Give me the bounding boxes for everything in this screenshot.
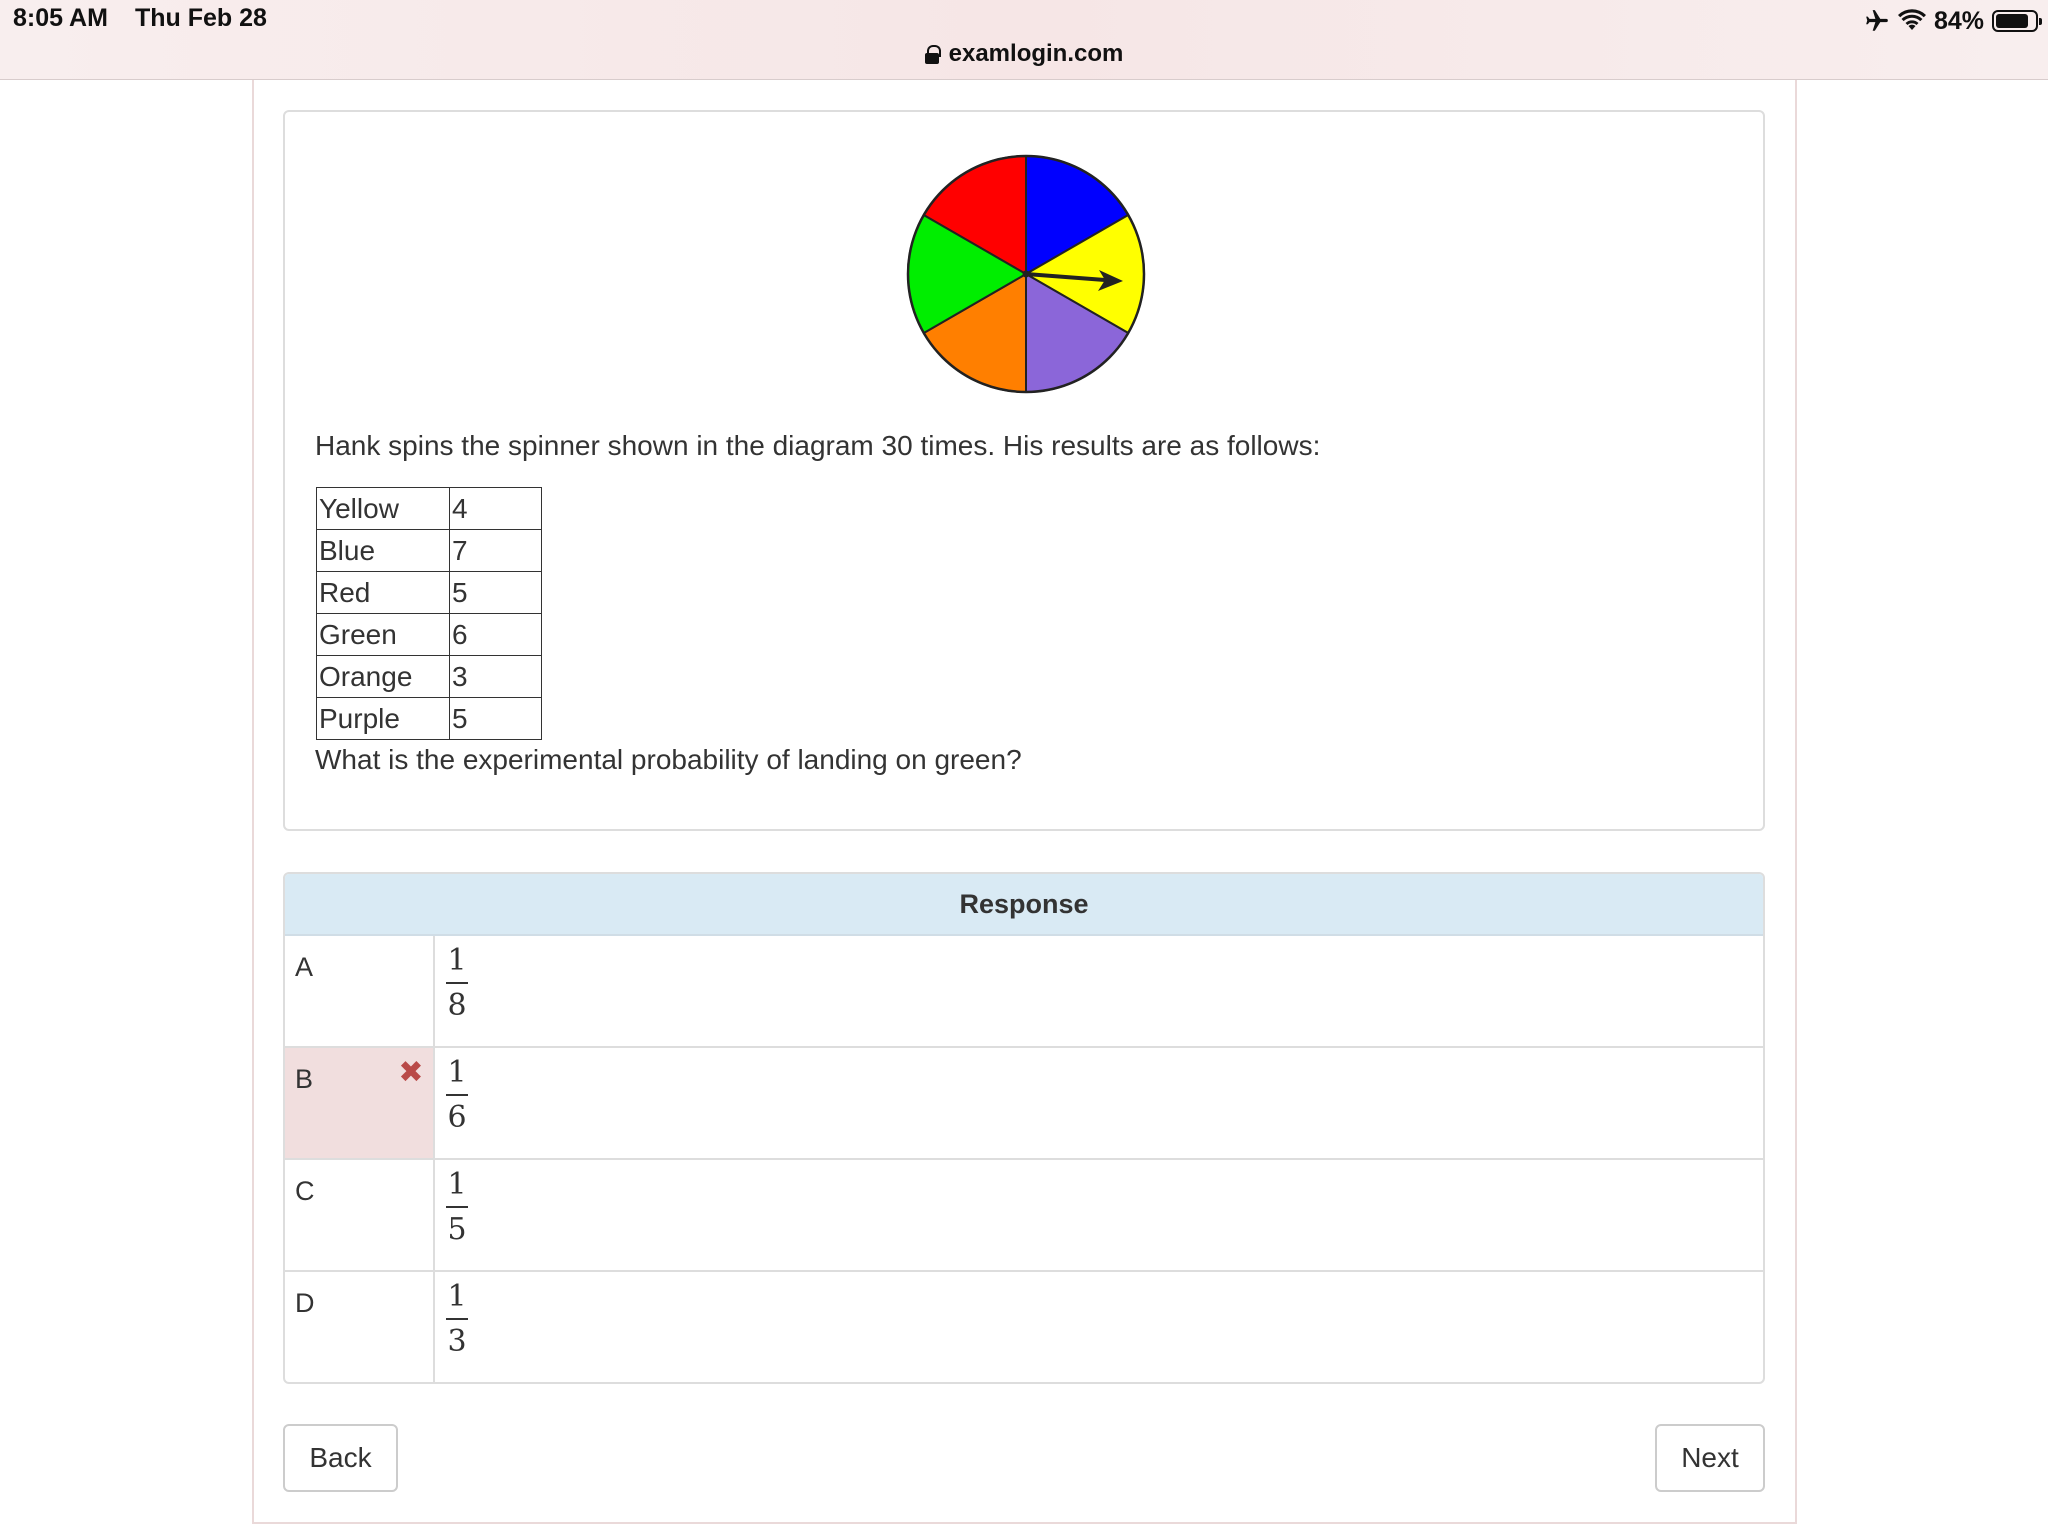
back-button[interactable]: Back	[283, 1424, 398, 1492]
result-color-label: Red	[316, 571, 450, 614]
fraction-denominator: 5	[447, 1211, 467, 1247]
option-letter: C	[295, 1176, 315, 1206]
results-row: Blue 7	[316, 529, 542, 572]
battery-level	[1996, 14, 2028, 28]
option-fraction: 18	[446, 942, 468, 1025]
fraction-bar	[446, 1206, 468, 1208]
option-letter-cell: C	[285, 1160, 435, 1270]
results-row: Green 6	[316, 613, 542, 656]
result-color-label: Green	[316, 613, 450, 656]
results-row: Purple 5	[316, 697, 542, 740]
fraction-numerator: 1	[447, 943, 467, 978]
option-letter: D	[295, 1288, 315, 1318]
result-count: 5	[449, 571, 542, 614]
response-option-b[interactable]: B ✖ 1 6	[285, 1048, 1763, 1160]
response-option-c[interactable]: C15	[285, 1160, 1763, 1272]
status-indicators: 84%	[1864, 4, 2042, 38]
fraction-denominator: 8	[447, 987, 467, 1023]
results-row: Yellow 4	[316, 487, 542, 530]
result-color-label: Purple	[316, 697, 450, 740]
airplane-icon	[1866, 10, 1888, 31]
question-text: Hank spins the spinner shown in the diag…	[315, 430, 1321, 461]
question-panel: Hank spins the spinner shown in the diag…	[283, 110, 1765, 831]
result-count: 7	[449, 529, 542, 572]
option-letter: A	[295, 952, 314, 982]
option-letter-cell: A	[285, 936, 435, 1046]
result-color-label: Yellow	[316, 487, 450, 530]
option-letter-cell: D	[285, 1272, 435, 1382]
results-row: Orange 3	[316, 655, 542, 698]
option-letter: B	[295, 1064, 314, 1094]
fraction-bar	[446, 1094, 468, 1096]
next-button[interactable]: Next	[1655, 1424, 1765, 1492]
result-count: 6	[449, 613, 542, 656]
option-fraction: 13	[446, 1278, 468, 1361]
fraction-denominator: 3	[447, 1323, 467, 1359]
fraction-numerator: 1	[447, 1055, 467, 1090]
fraction-numerator: 1	[447, 1279, 467, 1314]
result-count: 4	[449, 487, 542, 530]
lock-icon	[924, 44, 941, 64]
fraction-bar	[446, 982, 468, 984]
results-table: Yellow 4 Blue 7 Red 5 Green 6 Orange 3 Purple 5	[316, 487, 542, 740]
wifi-icon	[1897, 9, 1926, 30]
option-fraction: 16	[446, 1054, 468, 1137]
incorrect-x-icon: ✖	[398, 1056, 424, 1089]
result-color-label: Orange	[316, 655, 450, 698]
results-row: Red 5	[316, 571, 542, 614]
battery-icon	[1992, 10, 2042, 32]
status-date: Thu Feb 28	[135, 4, 267, 32]
url-text: examlogin.com	[948, 40, 1124, 67]
response-option-a[interactable]: A18	[285, 936, 1763, 1048]
fraction-bar	[446, 1318, 468, 1320]
option-letter-cell: B ✖	[285, 1048, 435, 1158]
address-bar[interactable]: examlogin.com	[0, 40, 2048, 68]
result-color-label: Blue	[316, 529, 450, 572]
response-rows: A 1 8 B ✖ 1 6 C 1 5 D 1 3	[285, 936, 1763, 1382]
browser-status-bar: 8:05 AM Thu Feb 28 84% examlogin.com	[0, 0, 2048, 80]
response-table: Response A 1 8 B ✖ 1 6 C 1 5 D 1 3	[283, 872, 1765, 1384]
result-count: 3	[449, 655, 542, 698]
spinner-diagram	[906, 154, 1146, 394]
response-header: Response	[285, 874, 1763, 936]
option-fraction: 15	[446, 1166, 468, 1249]
fraction-numerator: 1	[447, 1167, 467, 1202]
response-option-d[interactable]: D13	[285, 1272, 1763, 1382]
status-time: 8:05 AM	[13, 4, 108, 32]
fraction-denominator: 6	[447, 1099, 467, 1135]
question-prompt: What is the experimental probability of …	[315, 744, 1022, 775]
result-count: 5	[449, 697, 542, 740]
battery-percent: 84%	[1933, 6, 1984, 35]
